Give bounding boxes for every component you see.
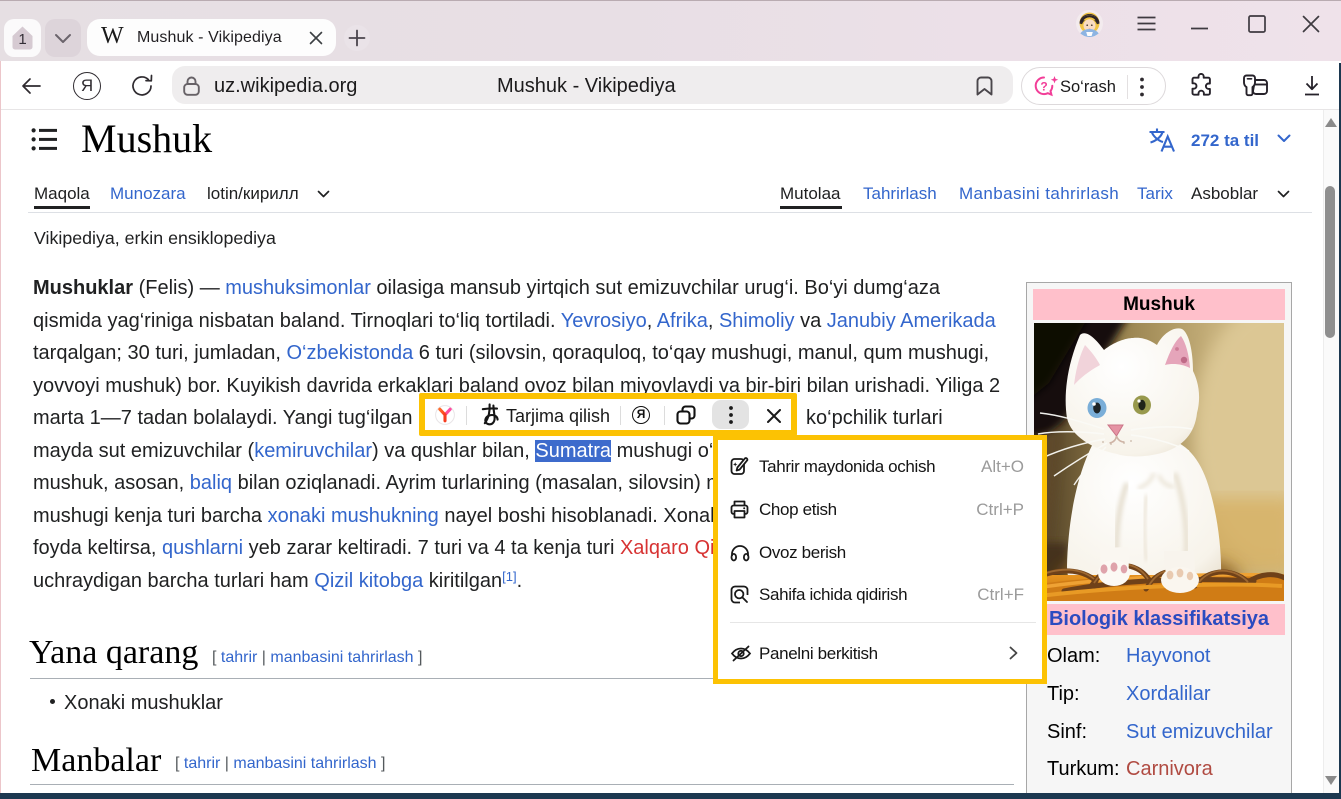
svg-text:?: ? (1040, 79, 1047, 93)
svg-text:1: 1 (18, 31, 26, 48)
